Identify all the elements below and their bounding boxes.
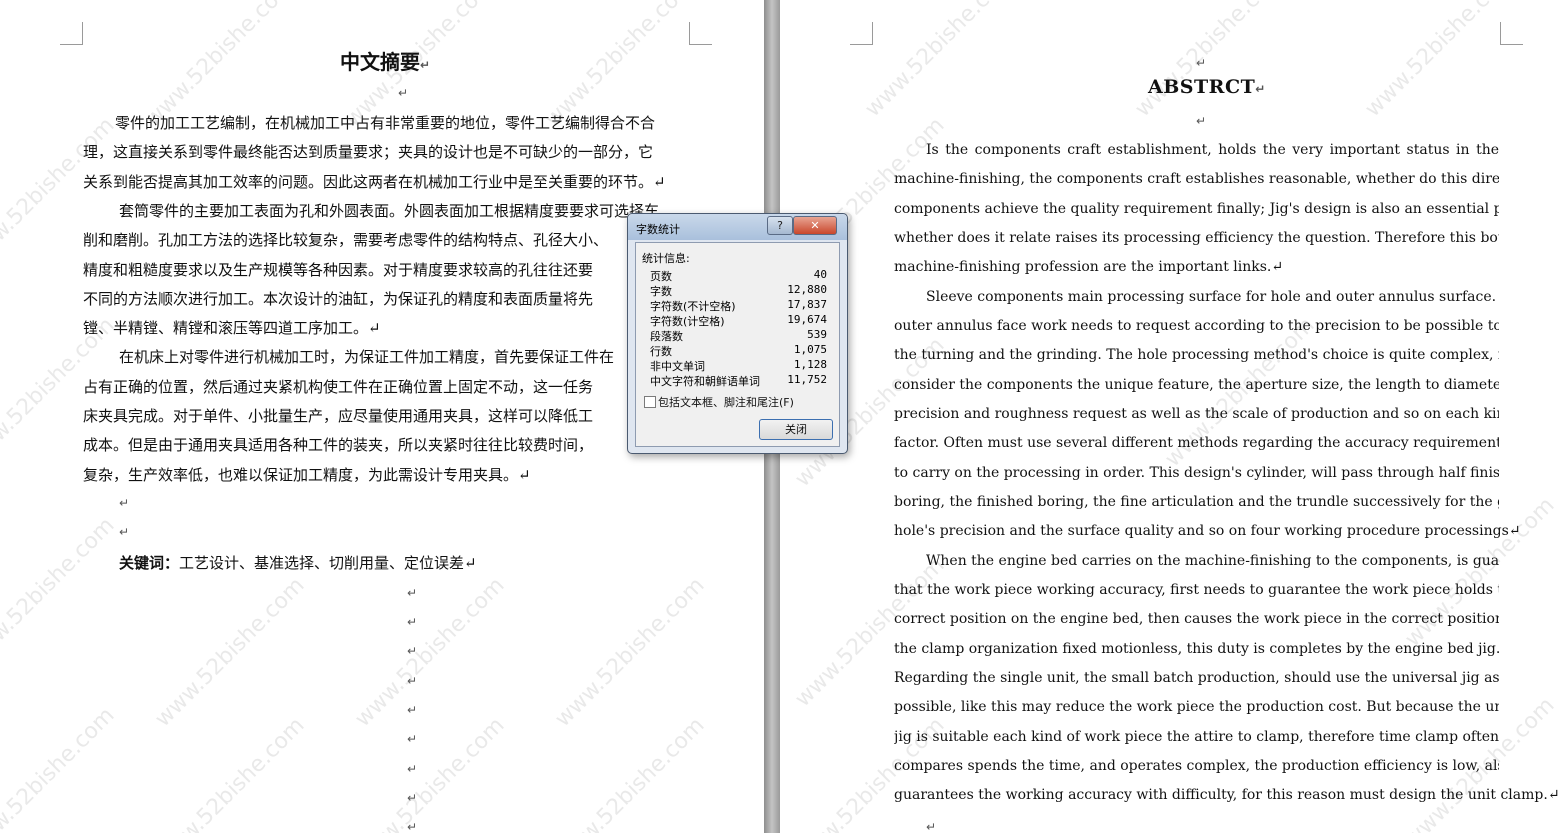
- abstract-line: correct position on the engine bed, then…: [894, 611, 1499, 627]
- paragraph-mark: ↵: [1196, 56, 1207, 70]
- abstract-line: 床夹具完成。对于单件、小批量生产，应尽量使用通用夹具，这样可以降低工: [83, 407, 594, 425]
- watermark: www.52bishe.com: [860, 0, 1020, 123]
- include-textboxes-label[interactable]: 包括文本框、脚注和尾注(F): [658, 394, 794, 410]
- abstract-line: 关系到能否提高其加工效率的问题。因此这两者在机械加工行业中是至关重要的环节。↵: [83, 173, 666, 191]
- watermark: www.52bishe.com: [550, 572, 710, 733]
- page-corner-mark: [850, 22, 873, 45]
- watermark: www.52bishe.com: [350, 572, 510, 733]
- stat-value: 17,837: [787, 298, 827, 311]
- stat-label: 字符数(不计空格): [650, 300, 736, 313]
- page-corner-mark: [1500, 22, 1523, 45]
- abstract-line: 零件的加工工艺编制，在机械加工中占有非常重要的地位，零件工艺编制得合不合: [115, 114, 656, 132]
- abstract-line: 在机床上对零件进行机械加工时，为保证工件加工精度，首先要保证工件在: [119, 348, 615, 366]
- abstract-line: 复杂，生产效率低，也难以保证加工精度，为此需设计专用夹具。↵: [83, 466, 531, 484]
- help-button[interactable]: ?: [767, 216, 793, 235]
- abstract-line: components achieve the quality requireme…: [894, 201, 1499, 217]
- paragraph-mark: ↵: [407, 674, 418, 688]
- include-textboxes-checkbox[interactable]: [644, 396, 656, 408]
- abstract-line: consider the components the unique featu…: [894, 377, 1499, 393]
- abstract-line: factor. Often must use several different…: [894, 435, 1499, 451]
- stat-value: 1,128: [793, 358, 827, 371]
- stat-label: 字数: [650, 285, 672, 298]
- stat-label: 字符数(计空格): [650, 315, 725, 328]
- chinese-abstract-title: 中文摘要↵: [340, 50, 431, 74]
- stat-label: 中文字符和朝鲜语单词: [650, 375, 760, 388]
- paragraph-mark: ↵: [407, 791, 418, 805]
- paragraph-mark: ↵: [407, 762, 418, 776]
- paragraph-mark: ↵: [1196, 114, 1207, 128]
- keywords-text: 工艺设计、基准选择、切削用量、定位误差↵: [179, 554, 477, 572]
- watermark: www.52bishe.com: [150, 712, 310, 833]
- abstract-line: precision and roughness request as well …: [894, 406, 1499, 422]
- abstract-line: possible, like this may reduce the work …: [894, 699, 1499, 715]
- abstract-line: When the engine bed carries on the machi…: [926, 553, 1499, 569]
- paragraph-mark: ↵: [398, 86, 409, 100]
- abstract-line: Sleeve components main processing surfac…: [926, 289, 1499, 305]
- abstract-line: machine-finishing, the components craft …: [894, 171, 1499, 187]
- watermark: www.52bishe.com: [550, 712, 710, 833]
- abstract-line: 镗、半精镗、精镗和滚压等四道工序加工。↵: [83, 319, 381, 337]
- dialog-title: 字数统计: [636, 223, 680, 236]
- abstract-line: hole's precision and the surface quality…: [894, 523, 1521, 539]
- stat-label: 行数: [650, 345, 672, 358]
- paragraph-mark: ↵: [407, 820, 418, 833]
- stat-label: 非中文单词: [650, 360, 705, 373]
- watermark: www.52bishe.com: [0, 512, 120, 673]
- dialog-body: 统计信息: 页数 40 字数 12,880 字符数(不计空格) 17,837 字…: [635, 242, 840, 447]
- watermark: www.52bishe.com: [790, 552, 950, 713]
- stat-label: 段落数: [650, 330, 683, 343]
- watermark: www.52bishe.com: [150, 572, 310, 733]
- paragraph-mark: ↵: [119, 525, 130, 539]
- watermark: www.52bishe.com: [1360, 0, 1520, 123]
- paragraph-mark: ↵: [407, 615, 418, 629]
- stat-value: 11,752: [787, 373, 827, 386]
- close-button[interactable]: 关闭: [759, 419, 833, 440]
- abstract-line: 套筒零件的主要加工表面为孔和外圆表面。外圆表面加工根据精度要要求可选择车: [119, 202, 660, 220]
- abstract-line: Is the components craft establishment, h…: [926, 142, 1499, 158]
- abstract-line: 占有正确的位置，然后通过夹紧机构使工件在正确位置上固定不动，这一任务: [83, 378, 594, 396]
- abstract-line: machine-finishing profession are the imp…: [894, 259, 1284, 275]
- stat-value: 539: [807, 328, 827, 341]
- abstract-line: guarantees the working accuracy with dif…: [894, 787, 1560, 803]
- page-corner-mark: [60, 22, 83, 45]
- dialog-title-bar[interactable]: 字数统计 ? ✕: [628, 214, 847, 240]
- abstract-line: outer annulus face work needs to request…: [894, 318, 1499, 334]
- abstract-line: Regarding the single unit, the small bat…: [894, 670, 1499, 686]
- paragraph-mark: ↵: [407, 732, 418, 746]
- stat-label: 页数: [650, 270, 672, 283]
- stat-value: 19,674: [787, 313, 827, 326]
- abstract-line: boring, the finished boring, the fine ar…: [894, 494, 1499, 510]
- watermark: www.52bishe.com: [0, 702, 120, 833]
- abstract-line: 精度和粗糙度要求以及生产规模等各种因素。对于精度要求较高的孔往往还要: [83, 261, 594, 279]
- abstract-line: jig is suitable each kind of work piece …: [894, 729, 1499, 745]
- word-count-dialog: 字数统计 ? ✕ 统计信息: 页数 40 字数 12,880 字符数(不计空格)…: [627, 213, 848, 454]
- paragraph-mark: ↵: [407, 703, 418, 717]
- abstract-line: 削和磨削。孔加工方法的选择比较复杂，需要考虑零件的结构特点、孔径大小、: [83, 231, 609, 249]
- watermark: www.52bishe.com: [350, 712, 510, 833]
- paragraph-mark: ↵: [926, 820, 937, 833]
- abstract-line: the clamp organization fixed motionless,…: [894, 641, 1499, 657]
- paragraph-mark: ↵: [407, 644, 418, 658]
- abstract-line: the turning and the grinding. The hole p…: [894, 347, 1499, 363]
- abstract-line: that the work piece working accuracy, fi…: [894, 582, 1499, 598]
- abstract-line: whether does it relate raises its proces…: [894, 230, 1499, 246]
- statistics-group-label: 统计信息:: [642, 252, 690, 265]
- abstract-line: to carry on the processing in order. Thi…: [894, 465, 1499, 481]
- paragraph-mark: ↵: [119, 496, 130, 510]
- keywords-label: 关键词：: [119, 554, 180, 572]
- stat-value: 1,075: [793, 343, 827, 356]
- abstract-line: 成本。但是由于通用夹具适用各种工件的装夹，所以夹紧时往往比较费时间，: [83, 436, 594, 454]
- watermark: www.52bishe.com: [1400, 492, 1560, 653]
- stat-value: 40: [813, 268, 827, 281]
- abstract-line: 不同的方法顺次进行加工。本次设计的油缸，为保证孔的精度和表面质量将先: [83, 290, 594, 308]
- paragraph-mark: ↵: [407, 586, 418, 600]
- watermark: www.52bishe.com: [1130, 0, 1290, 123]
- page-corner-mark: [689, 22, 712, 45]
- keywords-line: 关键词：工艺设计、基准选择、切削用量、定位误差↵: [119, 552, 477, 573]
- stat-value: 12,880: [787, 283, 827, 296]
- abstract-line: 理，这直接关系到零件最终能否达到质量要求；夹具的设计也是不可缺少的一部分，它: [83, 143, 654, 161]
- close-x-button[interactable]: ✕: [793, 216, 837, 235]
- abstract-title: ABSTRCT↵: [1148, 76, 1266, 98]
- abstract-line: compares spends the time, and operates c…: [894, 758, 1499, 774]
